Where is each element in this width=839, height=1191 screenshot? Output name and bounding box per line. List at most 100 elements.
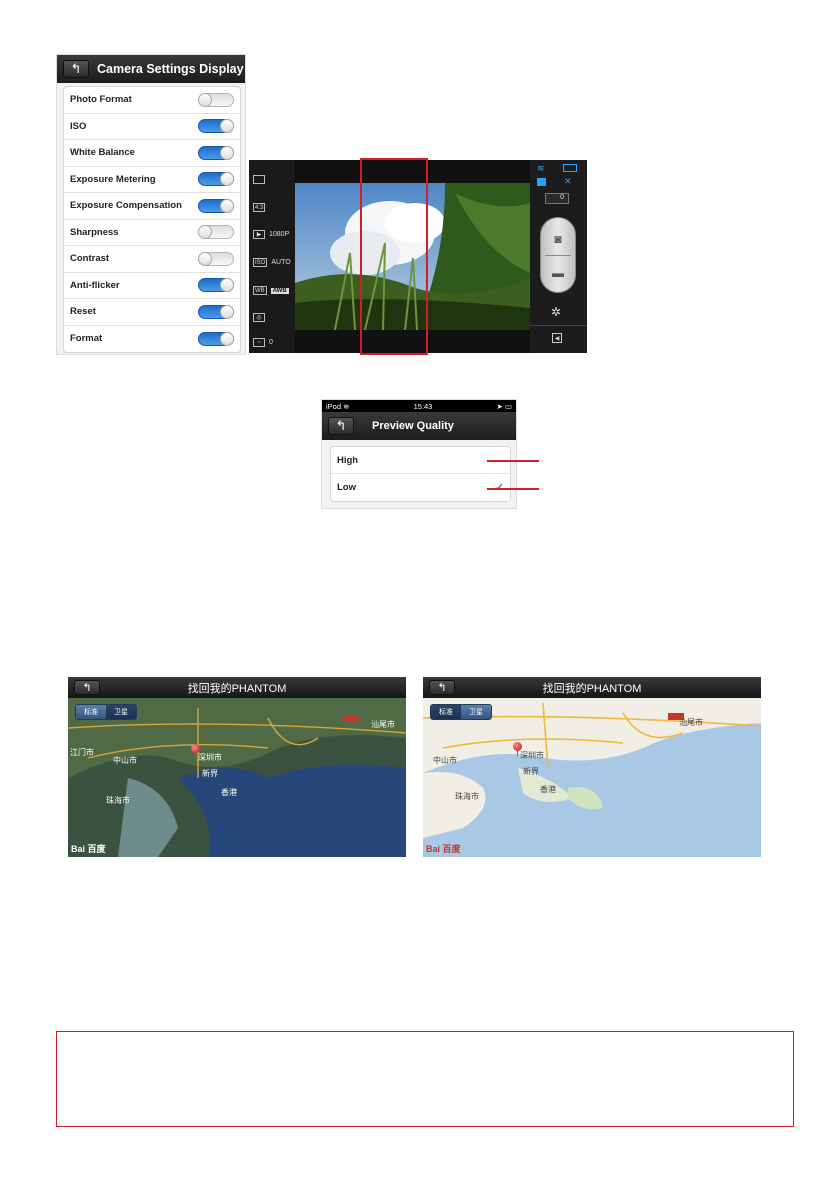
map-label: 江门市 <box>70 748 94 757</box>
status-bar: iPod ≋ 15:43 ➤ ▭ <box>322 400 516 412</box>
setting-value: 1080P <box>269 231 290 238</box>
setting-value: 0 <box>269 339 273 346</box>
settings-row: Contrast <box>64 246 240 273</box>
camera-settings-panel: ↰ Camera Settings Display Photo Format IS… <box>57 55 245 354</box>
toggle-switch[interactable] <box>198 304 234 319</box>
wifi-icon: ≋ <box>537 163 545 173</box>
settings-row-label: Sharpness <box>70 226 119 238</box>
camera-setting-item[interactable]: ▶ 1080P <box>253 230 289 239</box>
settings-row-label: ISO <box>70 120 87 132</box>
map-standard: ↰ 找回我的PHANTOM 标准 卫星 中山市 深圳市 新界 珠海市 香港 汕尾… <box>423 677 761 857</box>
back-arrow-icon: ↰ <box>335 418 347 433</box>
settings-row: Anti-flicker <box>64 273 240 299</box>
camera-setting-item[interactable] <box>253 175 265 184</box>
back-button[interactable]: ↰ <box>63 60 89 78</box>
back-button[interactable]: ↰ <box>328 417 354 435</box>
camera-setting-item[interactable]: ISO AUTO <box>253 258 291 267</box>
settings-row-label: Anti-flicker <box>70 279 120 291</box>
tab-satellite[interactable]: 卫星 <box>461 705 491 719</box>
map-label: 珠海市 <box>106 796 130 805</box>
toggle-switch[interactable] <box>198 225 234 240</box>
capture-toggle[interactable]: ◙ ▬ <box>540 217 576 293</box>
location-pin-icon[interactable] <box>513 742 522 756</box>
map-satellite: ↰ 找回我的PHANTOM 标准 卫星 江门市 中山市 深圳市 新界 珠海市 香… <box>68 677 406 857</box>
toggle-switch[interactable] <box>198 331 234 346</box>
collapse-icon[interactable]: ◀ <box>552 333 562 343</box>
location-pin-icon[interactable] <box>191 744 200 758</box>
map-label: 珠海市 <box>455 792 479 801</box>
carrier-label: iPod ≋ <box>326 401 350 411</box>
camera-setting-item[interactable]: ~0 <box>253 338 273 347</box>
camera-left-toolbar: 4:3 ▶ 1080P ISO AUTO WB AWB ◎ ~0 <box>249 160 295 353</box>
settings-row-label: Photo Format <box>70 94 132 106</box>
settings-row-label: Contrast <box>70 253 110 265</box>
setting-icon: ▶ <box>253 230 265 239</box>
callout-line-low <box>487 488 539 490</box>
map-title: 找回我的PHANTOM <box>542 682 642 695</box>
settings-gear-icon[interactable]: ✲ <box>551 305 561 319</box>
map-type-segmented: 标准 卫星 <box>430 704 492 720</box>
setting-icon: 4:3 <box>253 203 266 212</box>
back-arrow-icon: ↰ <box>70 61 82 76</box>
preview-option-low[interactable]: Low✓ <box>331 474 510 501</box>
option-label: Low <box>337 482 356 493</box>
map-label: 香港 <box>540 785 556 794</box>
settings-row-label: Reset <box>70 306 96 318</box>
settings-row: Photo Format <box>64 87 240 114</box>
settings-row-label: White Balance <box>70 147 135 159</box>
settings-row: Sharpness <box>64 220 240 246</box>
preview-option-high[interactable]: High <box>331 447 510 474</box>
video-icon[interactable]: ▬ <box>541 266 575 280</box>
map-label: 深圳市 <box>198 753 222 762</box>
status-time: 15:43 <box>413 401 433 411</box>
satellite-map-area[interactable] <box>68 698 406 857</box>
satellite-icon: ✕ <box>564 176 572 186</box>
settings-list: Photo Format ISO White Balance Exposure Met… <box>63 86 241 353</box>
camera-right-toolbar: ≋ ✕ 0 ◙ ▬ ✲ ◀ <box>530 160 587 353</box>
settings-row: ISO <box>64 114 240 140</box>
map-label: 新界 <box>523 767 539 776</box>
tab-satellite[interactable]: 卫星 <box>106 705 136 719</box>
preview-title: Preview Quality <box>372 420 454 432</box>
baidu-logo: Bai 百度 <box>71 844 106 854</box>
option-label: High <box>337 454 359 466</box>
toggle-switch[interactable] <box>198 92 234 107</box>
photo-count: 0 <box>545 193 569 204</box>
preview-navbar: ↰ Preview Quality <box>322 412 516 440</box>
back-arrow-icon: ↰ <box>437 682 447 694</box>
settings-row: White Balance <box>64 140 240 167</box>
back-button[interactable]: ↰ <box>74 680 100 695</box>
standard-map-area[interactable] <box>423 698 761 857</box>
camera-icon[interactable]: ◙ <box>541 232 575 246</box>
map-label: 深圳市 <box>520 751 544 760</box>
toggle-switch[interactable] <box>198 119 234 134</box>
camera-setting-item[interactable]: 4:3 <box>253 203 266 212</box>
setting-icon: ISO <box>253 258 268 267</box>
toggle-switch[interactable] <box>198 145 234 160</box>
map-navbar: ↰ 找回我的PHANTOM <box>423 677 761 698</box>
settings-navbar: ↰ Camera Settings Display <box>57 55 245 83</box>
baidu-logo: Bai 百度 <box>426 844 461 854</box>
settings-row-label: Exposure Compensation <box>70 200 182 212</box>
camera-setting-item[interactable]: ◎ <box>253 313 265 322</box>
notice-box <box>56 1031 794 1127</box>
back-button[interactable]: ↰ <box>429 680 455 695</box>
toggle-switch[interactable] <box>198 251 234 266</box>
tab-standard[interactable]: 标准 <box>431 705 461 719</box>
back-arrow-icon: ↰ <box>82 682 92 694</box>
callout-line-high <box>487 460 539 462</box>
setting-icon: ◎ <box>253 313 265 322</box>
toggle-switch[interactable] <box>198 278 234 293</box>
battery-icon: ➤ ▭ <box>496 401 512 411</box>
toggle-switch[interactable] <box>198 198 234 213</box>
map-label: 汕尾市 <box>371 720 395 729</box>
preview-options-list: High Low✓ <box>330 446 511 502</box>
settings-row: Exposure Compensation <box>64 193 240 220</box>
tab-standard[interactable]: 标准 <box>76 705 106 719</box>
map-label: 中山市 <box>113 756 137 765</box>
toggle-switch[interactable] <box>198 172 234 187</box>
preview-quality-screen: iPod ≋ 15:43 ➤ ▭ ↰ Preview Quality High L… <box>322 400 516 508</box>
setting-value: AWB <box>270 287 289 294</box>
camera-setting-item[interactable]: WB AWB <box>253 286 289 295</box>
map-label: 香港 <box>221 788 237 797</box>
